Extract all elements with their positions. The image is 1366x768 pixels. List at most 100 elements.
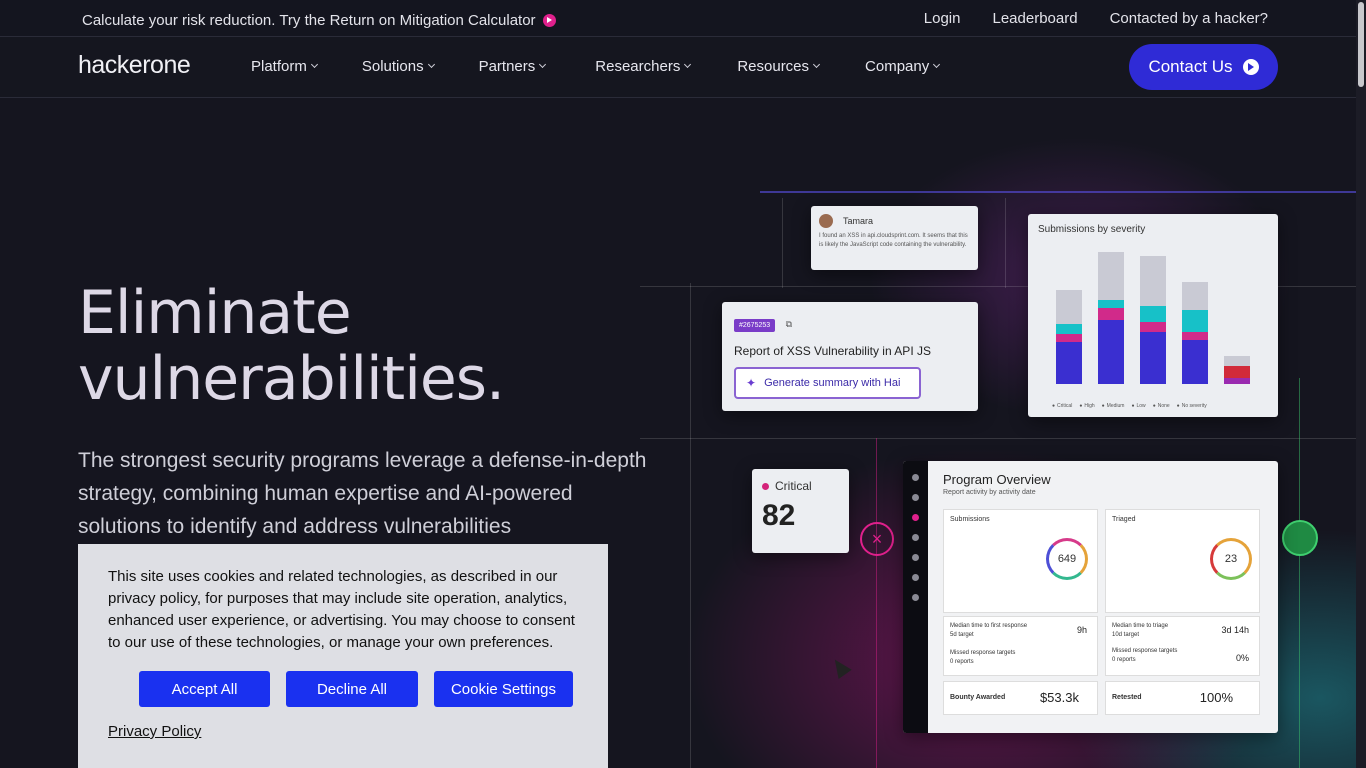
critical-count-card: Critical 82 xyxy=(752,469,849,553)
logo-h[interactable]: h xyxy=(78,51,92,79)
nav-label[interactable]: Resources xyxy=(737,58,809,75)
retested-label: Retested xyxy=(1112,694,1142,701)
legend-item: High xyxy=(1079,403,1094,409)
severity-bar xyxy=(1224,356,1250,384)
announcement-text[interactable]: Calculate your risk reduction. Try the R… xyxy=(82,12,536,29)
nav-label[interactable]: Researchers xyxy=(595,58,680,75)
legend-item: None xyxy=(1153,403,1170,409)
leaderboard-link[interactable]: Leaderboard xyxy=(992,10,1077,27)
legend-item: Critical xyxy=(1052,403,1072,409)
chevron-down-icon xyxy=(933,60,941,69)
chevron-down-icon xyxy=(812,60,821,69)
hackerone-logo[interactable]: hackerone xyxy=(78,51,191,80)
first-response-panel: Median time to first response 5d target … xyxy=(943,616,1098,676)
nav-label[interactable]: Solutions xyxy=(362,58,424,75)
announcement-bar: Calculate your risk reduction. Try the R… xyxy=(0,0,1356,37)
triaged-panel: Triaged 23 xyxy=(1105,509,1260,613)
missed-right: 0 reports xyxy=(1112,657,1136,663)
nav-item-researchers[interactable]: Researchers xyxy=(595,58,692,75)
avatar xyxy=(819,214,833,228)
main-nav: hackerone Platform Solutions Partners Re… xyxy=(0,37,1356,98)
critical-value: 82 xyxy=(762,499,796,532)
chevron-down-icon xyxy=(427,60,435,69)
missed-label: Missed response targets xyxy=(950,650,1016,656)
critical-label-text: Critical xyxy=(775,479,812,493)
hero-title: Eliminate vulnerabilities. xyxy=(78,278,505,414)
sidebar-icon xyxy=(912,554,919,561)
severity-legend: Critical High Medium Low None No severit… xyxy=(1052,403,1207,409)
contact-us-button[interactable]: Contact Us xyxy=(1129,44,1278,90)
severity-chart-card: Submissions by severity ● Critical ● Hig… xyxy=(1028,214,1278,417)
retested-value: 100% xyxy=(1199,690,1233,705)
cookie-text: This site uses cookies and related techn… xyxy=(108,568,575,651)
sidebar-icon xyxy=(912,494,919,501)
utility-links: Login Leaderboard Contacted by a hacker? xyxy=(924,10,1268,27)
accept-all-button[interactable]: Accept All xyxy=(139,671,270,707)
logo-rest[interactable]: ackerone xyxy=(91,51,190,79)
nav-label[interactable]: Partners xyxy=(479,58,536,75)
submissions-panel: Submissions 649 xyxy=(943,509,1098,613)
arrow-right-circle-icon[interactable] xyxy=(1242,59,1259,75)
contact-us-label[interactable]: Contact Us xyxy=(1148,57,1232,77)
bounty-value: $53.3k xyxy=(1039,690,1079,705)
privacy-policy-link[interactable]: Privacy Policy xyxy=(108,723,201,740)
submissions-label: Submissions xyxy=(950,516,990,523)
chevron-down-icon xyxy=(310,60,318,69)
severity-chart-title: Submissions by severity xyxy=(1038,224,1146,235)
nav-label[interactable]: Company xyxy=(865,58,929,75)
close-circle-icon: × xyxy=(860,522,894,556)
scrollbar-thumb[interactable] xyxy=(1358,2,1364,87)
grid-line xyxy=(690,283,691,768)
pointer-cursor-icon xyxy=(828,655,852,679)
report-card: #2675253 ⧉ Report of XSS Vulnerability i… xyxy=(722,302,978,411)
green-target-icon xyxy=(1282,520,1318,556)
copy-icon: ⧉ xyxy=(785,319,793,329)
contacted-by-hacker-link[interactable]: Contacted by a hacker? xyxy=(1110,10,1268,27)
overview-sidebar xyxy=(903,461,928,733)
severity-bar xyxy=(1098,252,1124,384)
status-dot xyxy=(762,482,769,490)
grid-line xyxy=(1005,198,1006,288)
arrow-right-circle-icon[interactable] xyxy=(542,14,556,27)
triaged-ring: 23 xyxy=(1210,538,1252,580)
report-title: Report of XSS Vulnerability in API JS xyxy=(734,344,931,358)
announcement-link[interactable]: Calculate your risk reduction. Try the R… xyxy=(82,12,556,29)
chevron-down-icon xyxy=(684,60,692,69)
scrollbar[interactable] xyxy=(1356,0,1366,768)
first-value: 9h xyxy=(1076,625,1087,635)
nav-item-resources[interactable]: Resources xyxy=(737,58,821,75)
grid-line xyxy=(876,438,877,768)
message-header: Tamara xyxy=(819,214,970,228)
nav-item-partners[interactable]: Partners xyxy=(479,58,547,75)
cookie-buttons: Accept All Decline All Cookie Settings xyxy=(108,671,578,707)
cookie-settings-button[interactable]: Cookie Settings xyxy=(434,671,573,707)
report-id-badge: #2675253 xyxy=(734,319,776,332)
generate-summary-button: ✦ Generate summary with Hai xyxy=(734,367,921,399)
nav-item-platform[interactable]: Platform xyxy=(251,58,318,75)
program-overview-card: Program Overview Report activity by acti… xyxy=(903,461,1278,733)
message-card: Tamara I found an XSS in api.cloudsprint… xyxy=(811,206,978,270)
message-author: Tamara xyxy=(843,216,874,226)
nav-label[interactable]: Platform xyxy=(251,58,307,75)
decline-all-button[interactable]: Decline All xyxy=(286,671,418,707)
missed-left: 0 reports xyxy=(950,659,974,665)
login-link[interactable]: Login xyxy=(924,10,961,27)
grid-line xyxy=(640,438,1356,439)
nav-item-company[interactable]: Company xyxy=(865,58,941,75)
legend-item: Low xyxy=(1131,403,1146,409)
overview-title: Program Overview xyxy=(943,472,1051,487)
missed-label: Missed response targets xyxy=(1112,648,1178,654)
message-text: I found an XSS in api.cloudsprint.com. I… xyxy=(819,233,968,248)
triaged-total: 23 xyxy=(1224,553,1238,565)
missed-pct: 0% xyxy=(1235,653,1249,663)
submissions-total: 649 xyxy=(1057,553,1077,565)
triage-value: 3d 14h xyxy=(1221,625,1249,635)
triage-panel: Median time to triage 10d target Missed … xyxy=(1105,616,1260,676)
overview-subtitle: Report activity by activity date xyxy=(943,489,1036,496)
triaged-label: Triaged xyxy=(1112,516,1136,523)
sidebar-icon xyxy=(912,514,919,521)
hero-subtitle: The strongest security programs leverage… xyxy=(78,449,647,538)
sidebar-icon xyxy=(912,534,919,541)
sidebar-icon xyxy=(912,594,919,601)
nav-item-solutions[interactable]: Solutions xyxy=(362,58,435,75)
